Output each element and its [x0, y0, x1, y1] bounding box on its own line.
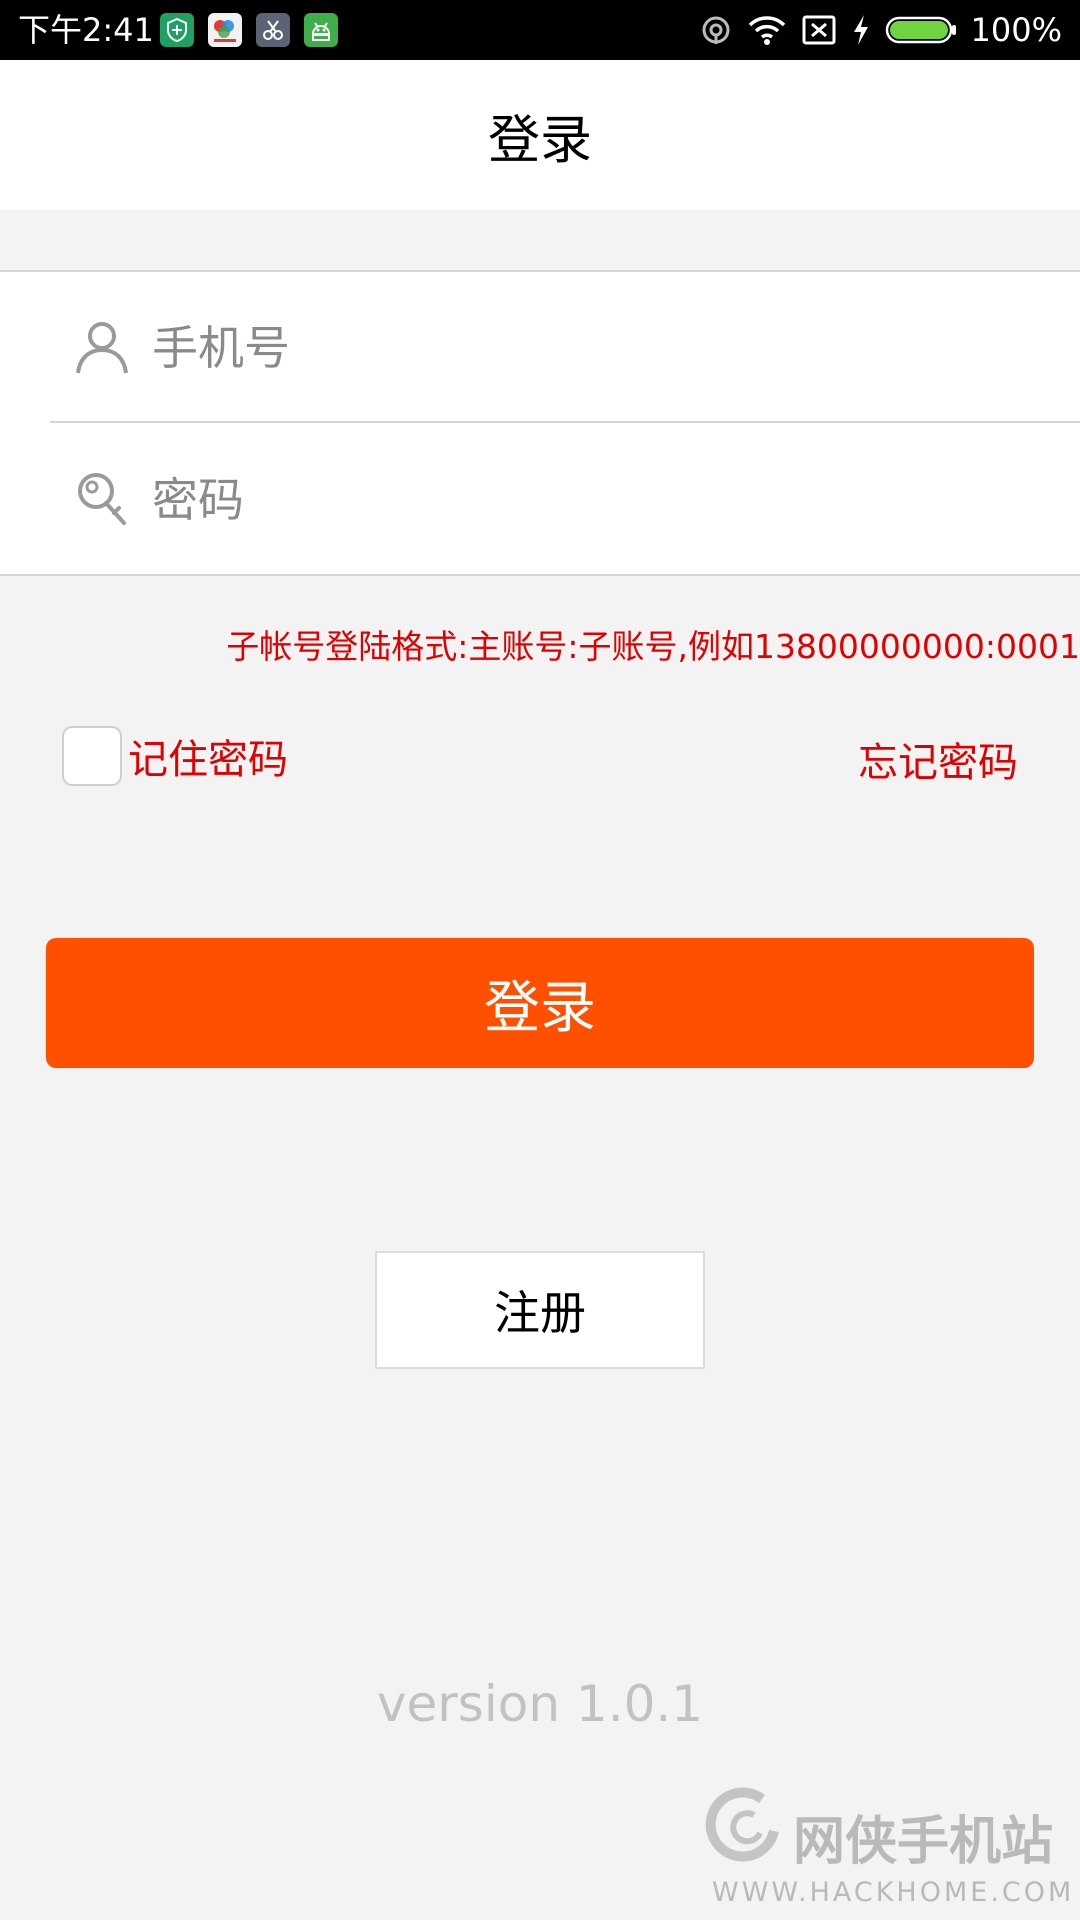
watermark: 网侠手机站 WWW.HACKHOME.COM	[700, 1775, 1080, 1920]
battery-percent: 100%	[970, 11, 1062, 49]
subaccount-hint: 子帐号登陆格式:主账号:子账号,例如13800000000:0001	[226, 627, 1080, 666]
version-label: version 1.0.1	[376, 1675, 704, 1733]
password-field	[0, 424, 1080, 574]
watermark-logo-icon	[705, 1787, 779, 1862]
title-bar: 登录	[0, 60, 1080, 210]
battery-icon	[885, 16, 956, 44]
status-time: 下午2:41	[18, 11, 154, 49]
register-button[interactable]: 注册	[375, 1251, 705, 1369]
phone-input[interactable]	[150, 302, 1034, 394]
forgot-password-link[interactable]: 忘记密码	[858, 730, 1018, 788]
password-input[interactable]	[150, 454, 1034, 546]
phone-field	[0, 272, 1080, 423]
status-system-icons: 100%	[699, 10, 1062, 50]
status-bar: 下午2:41 100%	[0, 0, 1080, 60]
wifi-icon	[748, 16, 785, 45]
charging-icon	[853, 15, 868, 45]
login-form	[0, 270, 1080, 576]
remember-label: 记住密码	[128, 737, 288, 783]
no-sim-icon	[802, 15, 836, 45]
remember-password[interactable]: 记住密码	[62, 724, 288, 788]
shield-app-icon	[160, 13, 194, 47]
colorful-app-icon	[208, 13, 242, 47]
field-divider	[50, 421, 1080, 423]
hotspot-icon	[702, 16, 730, 44]
remember-checkbox[interactable]	[62, 726, 122, 786]
login-button[interactable]: 登录	[46, 938, 1034, 1068]
key-icon	[78, 473, 126, 525]
user-icon	[76, 322, 128, 374]
page-title: 登录	[487, 110, 592, 171]
watermark-url: WWW.HACKHOME.COM	[712, 1877, 1075, 1908]
scissors-app-icon	[256, 13, 290, 47]
android-app-icon	[304, 13, 338, 47]
watermark-name: 网侠手机站	[793, 1812, 1054, 1872]
